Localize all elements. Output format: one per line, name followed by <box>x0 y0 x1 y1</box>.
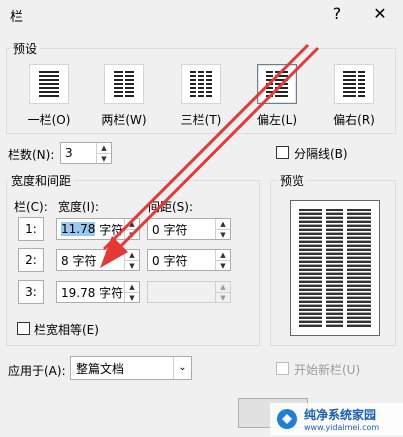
annotation-arrow <box>100 43 320 268</box>
